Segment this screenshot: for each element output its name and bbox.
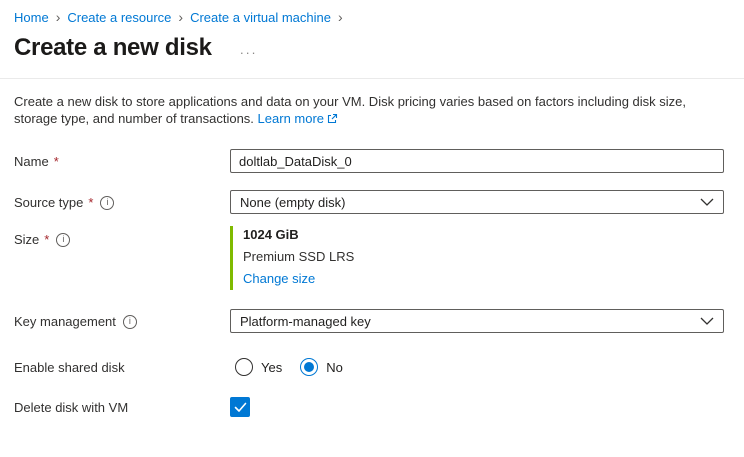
- radio-no-label: No: [326, 359, 343, 375]
- required-asterisk: *: [88, 195, 94, 210]
- breadcrumb-separator-icon: ›: [178, 8, 184, 25]
- enable-shared-disk-radio-group: Yes No: [235, 358, 724, 376]
- required-asterisk: *: [44, 232, 50, 247]
- radio-yes-label: Yes: [261, 359, 283, 375]
- enable-shared-disk-label: Enable shared disk: [14, 360, 125, 375]
- source-type-label: Source type: [14, 195, 84, 210]
- learn-more-link[interactable]: Learn more: [258, 111, 324, 126]
- blade-content: Create a new disk to store applications …: [0, 79, 744, 417]
- shared-disk-yes-radio[interactable]: Yes: [235, 358, 282, 376]
- breadcrumb-home[interactable]: Home: [14, 10, 49, 25]
- enable-shared-disk-row: Enable shared disk Yes No: [14, 358, 730, 376]
- key-management-row: Key management i Platform-managed key: [14, 309, 730, 333]
- name-label: Name: [14, 154, 49, 169]
- chevron-down-icon: [700, 314, 714, 329]
- info-icon[interactable]: i: [122, 314, 137, 329]
- delete-disk-label: Delete disk with VM: [14, 400, 129, 415]
- breadcrumb-separator-icon: ›: [338, 8, 343, 25]
- breadcrumb-separator-icon: ›: [55, 8, 61, 25]
- info-icon[interactable]: i: [56, 232, 71, 247]
- size-value: 1024 GiB: [243, 227, 299, 242]
- required-asterisk: *: [53, 154, 59, 169]
- key-management-label-group: Key management i: [14, 309, 230, 329]
- enable-shared-disk-label-group: Enable shared disk: [14, 358, 230, 375]
- description-text: Create a new disk to store applications …: [14, 93, 730, 128]
- radio-circle-icon: [300, 358, 319, 376]
- source-type-selected-value: None (empty disk): [240, 194, 346, 210]
- breadcrumb-create-a-resource[interactable]: Create a resource: [67, 10, 171, 25]
- size-label-group: Size * i: [14, 226, 230, 247]
- breadcrumb: Home › Create a resource › Create a virt…: [14, 8, 730, 26]
- title-row: Create a new disk ···: [14, 34, 730, 78]
- info-icon[interactable]: i: [100, 195, 115, 210]
- name-input[interactable]: [230, 149, 724, 173]
- more-options-icon[interactable]: ···: [240, 45, 258, 60]
- chevron-down-icon: [700, 195, 714, 210]
- change-size-link[interactable]: Change size: [243, 271, 315, 286]
- source-type-row: Source type * i None (empty disk): [14, 190, 730, 214]
- size-summary: 1024 GiB Premium SSD LRS Change size: [230, 226, 724, 290]
- source-type-label-group: Source type * i: [14, 190, 230, 210]
- delete-disk-checkbox[interactable]: [230, 397, 250, 417]
- external-link-icon: [327, 111, 338, 128]
- shared-disk-no-radio[interactable]: No: [300, 358, 343, 376]
- key-management-dropdown[interactable]: Platform-managed key: [230, 309, 724, 333]
- description-body: Create a new disk to store applications …: [14, 94, 687, 126]
- size-row: Size * i 1024 GiB Premium SSD LRS Change…: [14, 226, 730, 290]
- size-label: Size: [14, 232, 40, 247]
- page-title: Create a new disk: [14, 34, 212, 61]
- source-type-dropdown[interactable]: None (empty disk): [230, 190, 724, 214]
- key-management-label: Key management: [14, 314, 116, 329]
- delete-disk-label-group: Delete disk with VM: [14, 397, 230, 415]
- name-row: Name *: [14, 149, 730, 173]
- radio-circle-icon: [235, 358, 253, 376]
- blade-header: Home › Create a resource › Create a virt…: [0, 0, 744, 78]
- size-sku: Premium SSD LRS: [243, 249, 355, 264]
- delete-disk-row: Delete disk with VM: [14, 397, 730, 417]
- create-new-disk-blade: Home › Create a resource › Create a virt…: [0, 0, 744, 457]
- name-label-group: Name *: [14, 149, 230, 169]
- breadcrumb-create-a-virtual-machine[interactable]: Create a virtual machine: [190, 10, 331, 25]
- checkmark-icon: [234, 402, 246, 412]
- key-management-selected-value: Platform-managed key: [240, 313, 371, 329]
